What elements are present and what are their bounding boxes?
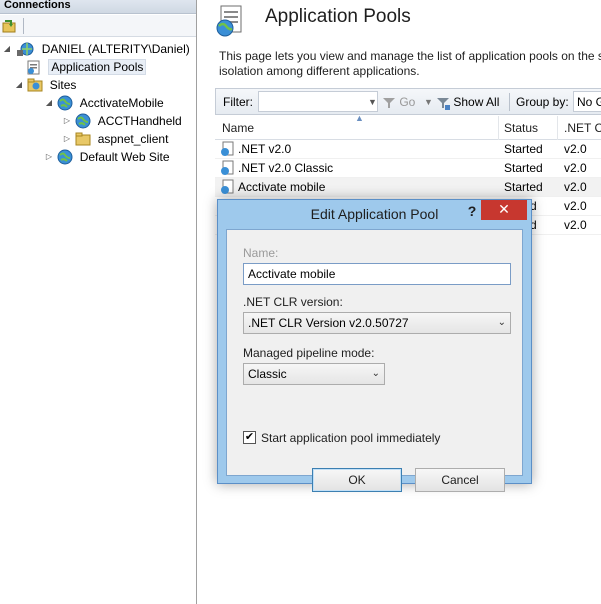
clr-version-label: .NET CLR version:	[243, 295, 343, 309]
tree-item-sites[interactable]: ◢ Sites	[16, 75, 77, 93]
chevron-down-icon: ⌄	[497, 317, 506, 328]
grid-header: Name ▲ Status .NET CL	[215, 113, 601, 140]
column-separator	[557, 116, 558, 140]
column-separator	[498, 116, 499, 140]
server-icon	[17, 42, 34, 56]
filter-separator	[509, 93, 510, 111]
show-all-label: Show All	[453, 95, 500, 109]
tree-label: aspnet_client	[97, 131, 169, 146]
start-immediately-label: Start application pool immediately	[261, 431, 441, 445]
row-name: .NET v2.0	[238, 142, 292, 157]
checkmark-icon: ✔	[244, 431, 255, 443]
connect-icon[interactable]	[2, 18, 18, 34]
globe-icon	[57, 95, 73, 111]
pipeline-mode-value: Classic	[248, 367, 287, 381]
collapse-icon[interactable]: ◢	[2, 40, 12, 58]
folder-icon	[75, 132, 91, 146]
row-clr: v2.0	[564, 180, 587, 194]
column-header-clr[interactable]: .NET CL	[564, 120, 601, 136]
expand-icon[interactable]: ▷	[44, 148, 54, 166]
group-by-select[interactable]: No G	[573, 91, 601, 112]
filter-bar: Filter: ▼ Go ▼ Show All Group by: No G	[215, 88, 601, 115]
sites-folder-icon	[27, 78, 43, 92]
tree-item-accthandheld[interactable]: ▷ ACCTHandheld	[62, 111, 182, 129]
page-description: This page lets you view and manage the l…	[219, 49, 601, 78]
row-clr: v2.0	[564, 142, 587, 156]
row-clr: v2.0	[564, 218, 587, 232]
collapse-icon[interactable]: ◢	[14, 76, 24, 94]
clr-version-select[interactable]: .NET CLR Version v2.0.50727 ⌄	[243, 312, 511, 334]
show-all-button[interactable]: Show All	[436, 94, 499, 110]
name-field[interactable]: Acctivate mobile	[243, 263, 511, 285]
tree-label: DANIEL (ALTERITY\Daniel)	[41, 41, 190, 56]
close-icon: ✕	[498, 201, 510, 217]
globe-icon	[57, 149, 73, 165]
go-label: Go	[399, 95, 416, 109]
tree-label: Sites	[49, 77, 77, 92]
pipeline-mode-select[interactable]: Classic ⌄	[243, 363, 385, 385]
filter-label: Filter:	[223, 95, 253, 109]
tree-label: AcctivateMobile	[79, 95, 164, 110]
row-status: Started	[504, 180, 543, 194]
connections-toolbar	[0, 15, 196, 37]
expand-icon[interactable]: ▷	[62, 130, 72, 148]
show-all-icon	[437, 97, 450, 110]
sort-ascending-icon: ▲	[355, 113, 364, 123]
table-row-selected[interactable]: Acctivate mobile Started v2.0	[215, 178, 601, 197]
tree-item-acctivatemobile[interactable]: ◢ AcctivateMobile	[44, 93, 164, 111]
row-name: .NET v2.0 Classic	[238, 161, 334, 176]
name-label: Name:	[243, 246, 279, 260]
collapse-icon[interactable]: ◢	[44, 94, 54, 112]
app-pools-icon	[216, 5, 242, 37]
row-clr: v2.0	[564, 199, 587, 213]
app-pool-icon	[221, 179, 234, 194]
tree-label: ACCTHandheld	[97, 113, 182, 128]
row-clr: v2.0	[564, 161, 587, 175]
connections-pane: Connections ◢ DANIEL (ALTERITY\Daniel) A…	[0, 0, 197, 604]
row-status: Started	[504, 161, 543, 175]
close-button[interactable]: ✕	[481, 200, 527, 220]
go-button[interactable]: Go	[382, 94, 415, 110]
chevron-down-icon: ⌄	[371, 368, 380, 379]
app-pool-icon	[221, 160, 234, 175]
cancel-button[interactable]: Cancel	[415, 468, 505, 492]
filter-input[interactable]	[258, 91, 378, 112]
pipeline-mode-label: Managed pipeline mode:	[243, 346, 375, 360]
tree-item-default-web-site[interactable]: ▷ Default Web Site	[44, 147, 170, 165]
row-status: Started	[504, 142, 543, 156]
tree-item-application-pools[interactable]: Application Pools	[26, 57, 147, 75]
app-pool-icon	[221, 141, 234, 156]
app-pools-icon	[27, 60, 40, 75]
connections-header: Connections	[0, 0, 196, 14]
page-title: Application Pools	[265, 6, 411, 27]
table-row[interactable]: .NET v2.0 Classic Started v2.0	[215, 159, 601, 178]
expand-icon[interactable]: ▷	[62, 112, 72, 130]
column-header-name[interactable]: Name	[222, 120, 254, 136]
ok-button[interactable]: OK	[312, 468, 402, 492]
table-row[interactable]: .NET v2.0 Started v2.0	[215, 140, 601, 159]
dialog-body: Name: Acctivate mobile .NET CLR version:…	[226, 229, 523, 492]
start-immediately-checkbox[interactable]: ✔	[243, 431, 256, 444]
edit-app-pool-dialog: Edit Application Pool ? ✕ Name: Acctivat…	[217, 199, 532, 492]
column-header-status[interactable]: Status	[504, 120, 538, 136]
filter-dropdown-arrow-icon[interactable]: ▼	[368, 94, 377, 110]
help-button[interactable]: ?	[464, 203, 480, 219]
toolbar-separator	[23, 18, 24, 34]
tree-label: Application Pools	[48, 58, 147, 75]
tree-item-server[interactable]: ◢ DANIEL (ALTERITY\Daniel)	[2, 39, 190, 57]
go-dropdown-arrow-icon[interactable]: ▼	[424, 94, 433, 110]
group-by-label: Group by:	[516, 95, 569, 109]
tree-item-aspnet-client[interactable]: ▷ aspnet_client	[62, 129, 168, 147]
clr-version-value: .NET CLR Version v2.0.50727	[248, 316, 409, 330]
row-name: Acctivate mobile	[238, 180, 326, 195]
funnel-icon	[383, 97, 395, 108]
globe-icon	[75, 113, 91, 129]
tree-label: Default Web Site	[79, 149, 170, 164]
